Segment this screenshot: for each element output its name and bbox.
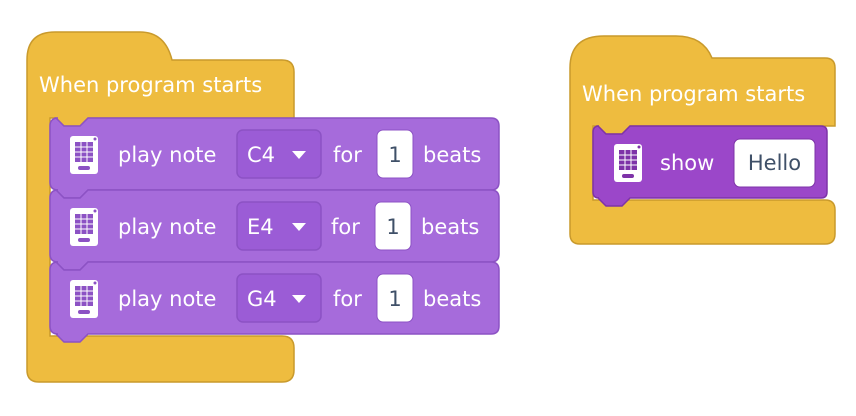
for-label: for xyxy=(333,143,362,167)
beats-label: beats xyxy=(423,143,481,167)
play-note-block-3[interactable]: play note G4 for 1 beats xyxy=(49,261,500,343)
beats-input-value: 1 xyxy=(388,143,401,167)
code-canvas: When program starts play note C4 for 1 b… xyxy=(26,31,836,383)
for-label: for xyxy=(331,215,360,239)
show-text-input-value: Hello xyxy=(748,151,801,175)
hub-icon xyxy=(70,208,98,246)
show-text-input[interactable]: Hello xyxy=(733,138,816,188)
script-stack-2[interactable]: When program starts show Hello xyxy=(569,35,836,245)
play-note-label: play note xyxy=(118,287,216,311)
play-note-block-2[interactable]: play note E4 for 1 beats xyxy=(49,189,500,271)
note-dropdown-value: C4 xyxy=(247,143,275,167)
beats-input-value: 1 xyxy=(388,287,401,311)
script-stack-1[interactable]: When program starts play note C4 for 1 b… xyxy=(26,31,500,383)
beats-label: beats xyxy=(421,215,479,239)
note-dropdown-value: G4 xyxy=(247,287,277,311)
show-label: show xyxy=(660,151,714,175)
play-note-block-1[interactable]: play note C4 for 1 beats xyxy=(49,117,500,199)
for-label: for xyxy=(333,287,362,311)
play-note-label: play note xyxy=(118,143,216,167)
beats-input[interactable]: 1 xyxy=(376,273,414,323)
show-block[interactable]: show Hello xyxy=(592,125,828,207)
beats-label: beats xyxy=(423,287,481,311)
hat-label-2: When program starts xyxy=(582,82,805,106)
beats-input[interactable]: 1 xyxy=(374,201,412,251)
note-dropdown[interactable]: C4 xyxy=(236,129,322,179)
beats-input[interactable]: 1 xyxy=(376,129,414,179)
note-dropdown[interactable]: E4 xyxy=(236,201,322,251)
note-dropdown-value: E4 xyxy=(247,215,274,239)
play-note-label: play note xyxy=(118,215,216,239)
note-dropdown[interactable]: G4 xyxy=(236,273,322,323)
hub-icon xyxy=(70,280,98,318)
hub-icon xyxy=(70,136,98,174)
beats-input-value: 1 xyxy=(386,215,399,239)
hub-icon xyxy=(614,144,642,182)
hat-label-1: When program starts xyxy=(39,73,262,97)
